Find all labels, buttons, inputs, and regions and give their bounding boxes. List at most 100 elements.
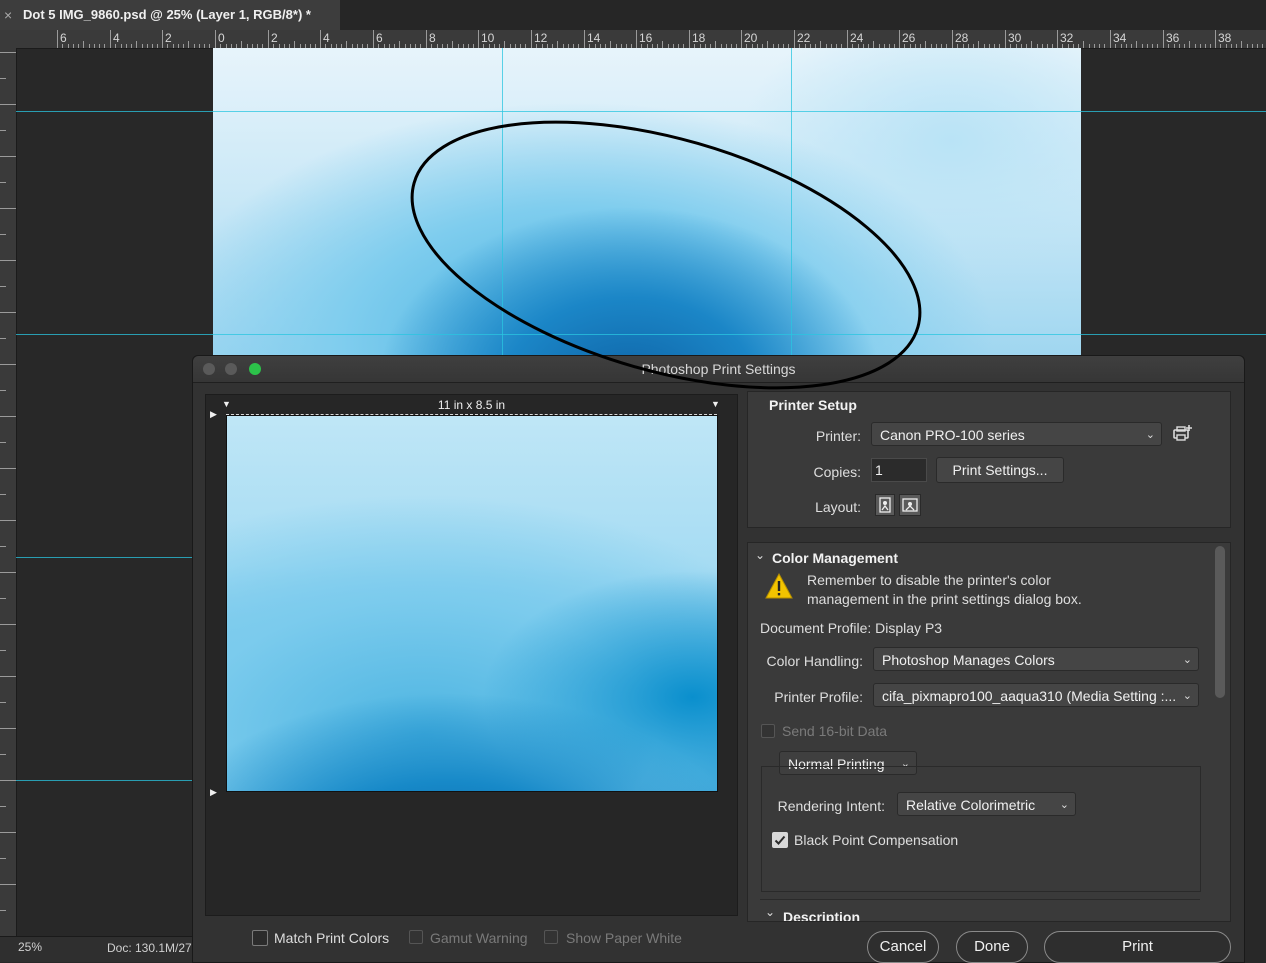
- vertical-ruler[interactable]: [0, 48, 17, 936]
- disclosure-triangle-icon[interactable]: ⌄: [765, 905, 775, 919]
- ruler-tick: [0, 598, 6, 599]
- preview-image[interactable]: [226, 415, 718, 792]
- ruler-minor-tick: [1094, 44, 1095, 48]
- gamut-warning-checkbox[interactable]: [409, 930, 423, 944]
- copies-label: Copies:: [813, 464, 861, 480]
- send-16bit-label: Send 16-bit Data: [782, 723, 888, 739]
- margin-marker-icon[interactable]: ▶: [210, 409, 217, 420]
- cancel-button[interactable]: Cancel: [867, 931, 939, 963]
- ruler-major-tick: [1057, 30, 1058, 48]
- ruler-minor-tick: [662, 41, 663, 48]
- ruler-minor-tick: [241, 41, 242, 48]
- portrait-layout-icon[interactable]: [875, 494, 895, 516]
- document-tab[interactable]: × Dot 5 IMG_9860.psd @ 25% (Layer 1, RGB…: [0, 0, 341, 30]
- ruler-tick: [0, 390, 6, 391]
- ruler-minor-tick: [610, 41, 611, 48]
- horizontal-ruler[interactable]: 6 4 2 0 2 4 6 8 10 12 14 16 18 20 22 24 26 28 30 32 34 36 38: [0, 30, 1266, 49]
- show-paper-white-checkbox[interactable]: [544, 930, 558, 944]
- ruler-minor-tick: [1083, 41, 1084, 48]
- margin-marker-icon[interactable]: ▶: [210, 787, 217, 798]
- guide-vertical[interactable]: [502, 48, 503, 355]
- match-print-colors-checkbox[interactable]: [252, 930, 268, 946]
- ruler-label: 4: [323, 31, 330, 45]
- paper-size-label: 11 in x 8.5 in: [437, 398, 506, 412]
- ruler-minor-tick: [68, 44, 69, 48]
- ruler-major-tick: [268, 30, 269, 48]
- ruler-minor-tick: [1147, 44, 1148, 48]
- ruler-tick: [0, 182, 6, 183]
- printer-setup-title: Printer Setup: [769, 397, 857, 413]
- send-16bit-checkbox[interactable]: [761, 724, 775, 738]
- ruler-minor-tick: [199, 44, 200, 48]
- ruler-major-tick: [794, 30, 795, 48]
- ruler-tick: [0, 754, 6, 755]
- ruler-label: 6: [60, 31, 67, 45]
- ruler-tick: [0, 130, 6, 131]
- ruler-minor-tick: [136, 41, 137, 48]
- ruler-label: 2: [271, 31, 278, 45]
- print-preview: 11 in x 8.5 in ▼ ▼ ▶ ▶: [205, 394, 738, 916]
- status-bar: 25% Doc: 130.1M/27: [0, 936, 192, 962]
- canvas-image[interactable]: [213, 48, 1081, 358]
- description-title[interactable]: Description: [783, 909, 860, 921]
- margin-marker-icon[interactable]: ▼: [222, 399, 231, 409]
- warning-text-line1: Remember to disable the printer's color: [807, 572, 1051, 588]
- print-settings-button[interactable]: Print Settings...: [936, 457, 1064, 483]
- ruler-major-tick: [1215, 30, 1216, 48]
- add-printer-icon[interactable]: [1172, 422, 1194, 449]
- guide-vertical[interactable]: [791, 48, 792, 355]
- ruler-minor-tick: [1200, 44, 1201, 48]
- ruler-label: 28: [955, 31, 969, 45]
- ruler-minor-tick: [1184, 44, 1185, 48]
- zoom-level[interactable]: 25%: [18, 940, 42, 954]
- print-button[interactable]: Print: [1044, 931, 1231, 963]
- chevron-down-icon: ⌄: [1182, 690, 1192, 702]
- ruler-tick: [0, 364, 16, 365]
- guide-horizontal[interactable]: [16, 780, 192, 781]
- landscape-layout-icon[interactable]: [899, 494, 921, 516]
- ruler-minor-tick: [1142, 44, 1143, 48]
- margin-marker-icon[interactable]: ▼: [711, 399, 720, 409]
- ruler-tick: [0, 338, 6, 339]
- done-button[interactable]: Done: [956, 931, 1028, 963]
- chevron-down-icon: ⌄: [1182, 654, 1192, 666]
- disclosure-triangle-icon[interactable]: ⌄: [755, 548, 765, 562]
- ruler-tick: [0, 728, 16, 729]
- ruler-tick: [0, 104, 16, 105]
- ruler-minor-tick: [399, 41, 400, 48]
- doc-size-info: Doc: 130.1M/27: [107, 941, 192, 955]
- ruler-tick: [0, 156, 16, 157]
- ruler-major-tick: [1163, 30, 1164, 48]
- color-management-title[interactable]: Color Management: [772, 550, 898, 566]
- dialog-titlebar[interactable]: Photoshop Print Settings: [193, 356, 1244, 383]
- ruler-minor-tick: [1195, 44, 1196, 48]
- printer-setup-panel: Printer Setup Printer: Canon PRO-100 ser…: [747, 391, 1231, 528]
- ruler-minor-tick: [1157, 44, 1158, 48]
- color-handling-label: Color Handling:: [766, 653, 864, 669]
- ruler-tick: [0, 624, 16, 625]
- guide-horizontal[interactable]: [16, 111, 1266, 112]
- ruler-major-tick: [478, 30, 479, 48]
- close-tab-icon[interactable]: ×: [4, 0, 12, 30]
- ruler-tick: [0, 234, 6, 235]
- document-profile: Document Profile: Display P3: [760, 620, 943, 636]
- guide-horizontal[interactable]: [16, 334, 1266, 335]
- printer-select[interactable]: Canon PRO-100 series ⌄: [871, 422, 1162, 446]
- ruler-major-tick: [584, 30, 585, 48]
- color-handling-value: Photoshop Manages Colors: [882, 652, 1055, 668]
- ruler-tick: [0, 676, 16, 677]
- scrollbar[interactable]: [1215, 546, 1225, 698]
- ruler-label: 36: [1166, 31, 1180, 45]
- copies-input[interactable]: 1: [871, 458, 927, 482]
- ruler-minor-tick: [767, 41, 768, 48]
- printer-profile-select[interactable]: cifa_pixmapro100_aaqua310 (Media Setting…: [873, 683, 1199, 707]
- ruler-minor-tick: [99, 44, 100, 48]
- ruler-minor-tick: [1189, 41, 1190, 48]
- ruler-tick: [0, 806, 6, 807]
- color-handling-select[interactable]: Photoshop Manages Colors ⌄: [873, 647, 1199, 671]
- ruler-label: 30: [1008, 31, 1022, 45]
- ruler-minor-tick: [1262, 44, 1263, 48]
- guide-horizontal[interactable]: [16, 557, 192, 558]
- ruler-minor-tick: [152, 44, 153, 48]
- ruler-tick: [0, 884, 16, 885]
